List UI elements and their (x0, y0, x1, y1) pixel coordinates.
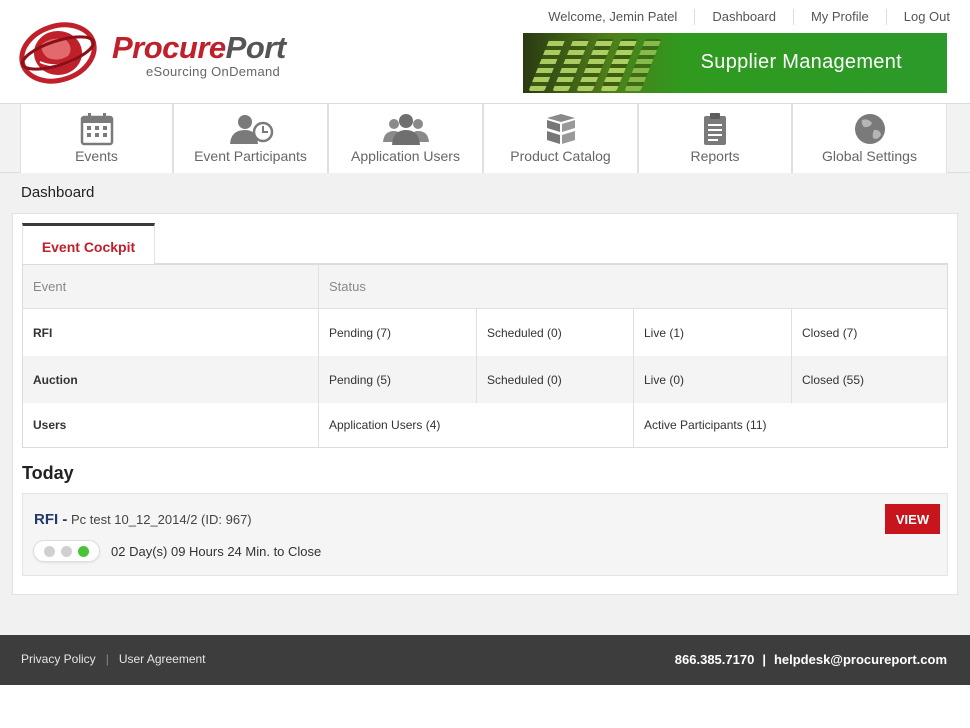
nav-tile-event-participants[interactable]: Event Participants (173, 104, 328, 174)
footer-separator: | (762, 652, 766, 667)
rfi-closed-link[interactable]: Closed (7) (792, 309, 947, 356)
table-header-row: Event Status (23, 265, 947, 309)
table-row: RFI Pending (7) Scheduled (0) Live (1) C… (23, 309, 947, 356)
participants-clock-icon (229, 115, 273, 144)
footer-contact: 866.385.7170 | helpdesk@procureport.com (675, 652, 947, 667)
main-nav: Events Event Participants Application Us… (0, 103, 970, 174)
footer-separator: | (105, 652, 109, 666)
nav-tile-application-users[interactable]: Application Users (328, 104, 483, 174)
auction-scheduled-link[interactable]: Scheduled (0) (477, 356, 634, 403)
nav-tile-global-settings[interactable]: Global Settings (792, 104, 947, 174)
breadcrumb: Dashboard (21, 184, 95, 201)
brand-tagline: eSourcing OnDemand (146, 64, 281, 79)
table-row: Auction Pending (5) Scheduled (0) Live (… (23, 356, 947, 403)
application-users-link[interactable]: Application Users (4) (319, 403, 634, 447)
nav-tile-events[interactable]: Events (20, 104, 173, 174)
support-email-link[interactable]: helpdesk@procureport.com (774, 652, 947, 667)
nav-label: Reports (690, 148, 740, 164)
row-label: RFI (23, 309, 319, 356)
header: ProcurePort eSourcing OnDemand Welcome, … (0, 0, 970, 103)
auction-live-link[interactable]: Live (0) (634, 356, 792, 403)
nav-tile-product-catalog[interactable]: Product Catalog (483, 104, 638, 174)
event-type: RFI - (34, 511, 68, 528)
rfi-scheduled-link[interactable]: Scheduled (0) (477, 309, 634, 356)
welcome-text: Welcome, Jemin Patel (548, 9, 696, 25)
support-phone: 866.385.7170 (674, 652, 755, 667)
status-dot-live (78, 546, 89, 557)
tab-label: Event Cockpit (41, 239, 136, 255)
status-dot (61, 546, 72, 557)
row-label: Auction (23, 356, 319, 403)
globe-icon (854, 114, 885, 144)
time-to-close: 02 Day(s) 09 Hours 24 Min. to Close (111, 544, 322, 559)
nav-label: Event Participants (194, 148, 307, 164)
privacy-policy-link[interactable]: Privacy Policy (21, 652, 96, 666)
header-status: Status (329, 279, 366, 294)
footer-links: Privacy Policy | User Agreement (21, 652, 206, 666)
log-out-link[interactable]: Log Out (887, 9, 950, 25)
brand-name-part1: Procure (112, 30, 226, 65)
event-name: Pc test 10_12_2014/2 (ID: 967) (70, 512, 252, 527)
today-heading: Today (22, 463, 74, 483)
today-event-item: RFI - Pc test 10_12_2014/2 (ID: 967) VIE… (22, 493, 948, 576)
procureport-logo[interactable]: ProcurePort eSourcing OnDemand (18, 22, 293, 84)
banner-text: Supplier Management (700, 51, 902, 73)
rfi-pending-link[interactable]: Pending (7) (319, 309, 477, 356)
boxes-icon (546, 114, 575, 144)
tab-bar: Event Cockpit (22, 223, 948, 264)
auction-pending-link[interactable]: Pending (5) (319, 356, 477, 403)
dashboard-link[interactable]: Dashboard (695, 9, 794, 25)
user-agreement-link[interactable]: User Agreement (119, 652, 206, 666)
rfi-live-link[interactable]: Live (1) (634, 309, 792, 356)
clipboard-icon (704, 113, 726, 145)
nav-label: Global Settings (822, 148, 917, 164)
header-event: Event (23, 265, 319, 308)
view-button[interactable]: VIEW (885, 504, 940, 534)
brand-name-part2: Port (225, 30, 287, 65)
brand-name: ProcurePort (112, 30, 286, 66)
event-title: RFI - Pc test 10_12_2014/2 (ID: 967) (34, 511, 252, 528)
auction-closed-link[interactable]: Closed (55) (792, 356, 947, 403)
table-row: Users Application Users (4) Active Parti… (23, 403, 947, 447)
event-status-indicator (33, 540, 100, 562)
tab-event-cockpit[interactable]: Event Cockpit (22, 223, 155, 264)
nav-label: Events (75, 148, 118, 164)
calendar-icon (80, 113, 113, 146)
supplier-management-banner: Supplier Management (523, 33, 947, 93)
nav-label: Product Catalog (510, 148, 611, 164)
event-cockpit-table: Event Status RFI Pending (7) Scheduled (… (22, 264, 948, 448)
nav-tile-reports[interactable]: Reports (638, 104, 792, 174)
globe-logo-icon (19, 22, 97, 84)
my-profile-link[interactable]: My Profile (794, 9, 887, 25)
status-dot (44, 546, 55, 557)
active-participants-link[interactable]: Active Participants (11) (634, 403, 947, 447)
row-label: Users (23, 403, 319, 447)
footer: Privacy Policy | User Agreement 866.385.… (0, 635, 970, 685)
users-group-icon (382, 114, 429, 145)
top-links: Welcome, Jemin Patel Dashboard My Profil… (548, 9, 950, 25)
nav-label: Application Users (351, 148, 460, 164)
